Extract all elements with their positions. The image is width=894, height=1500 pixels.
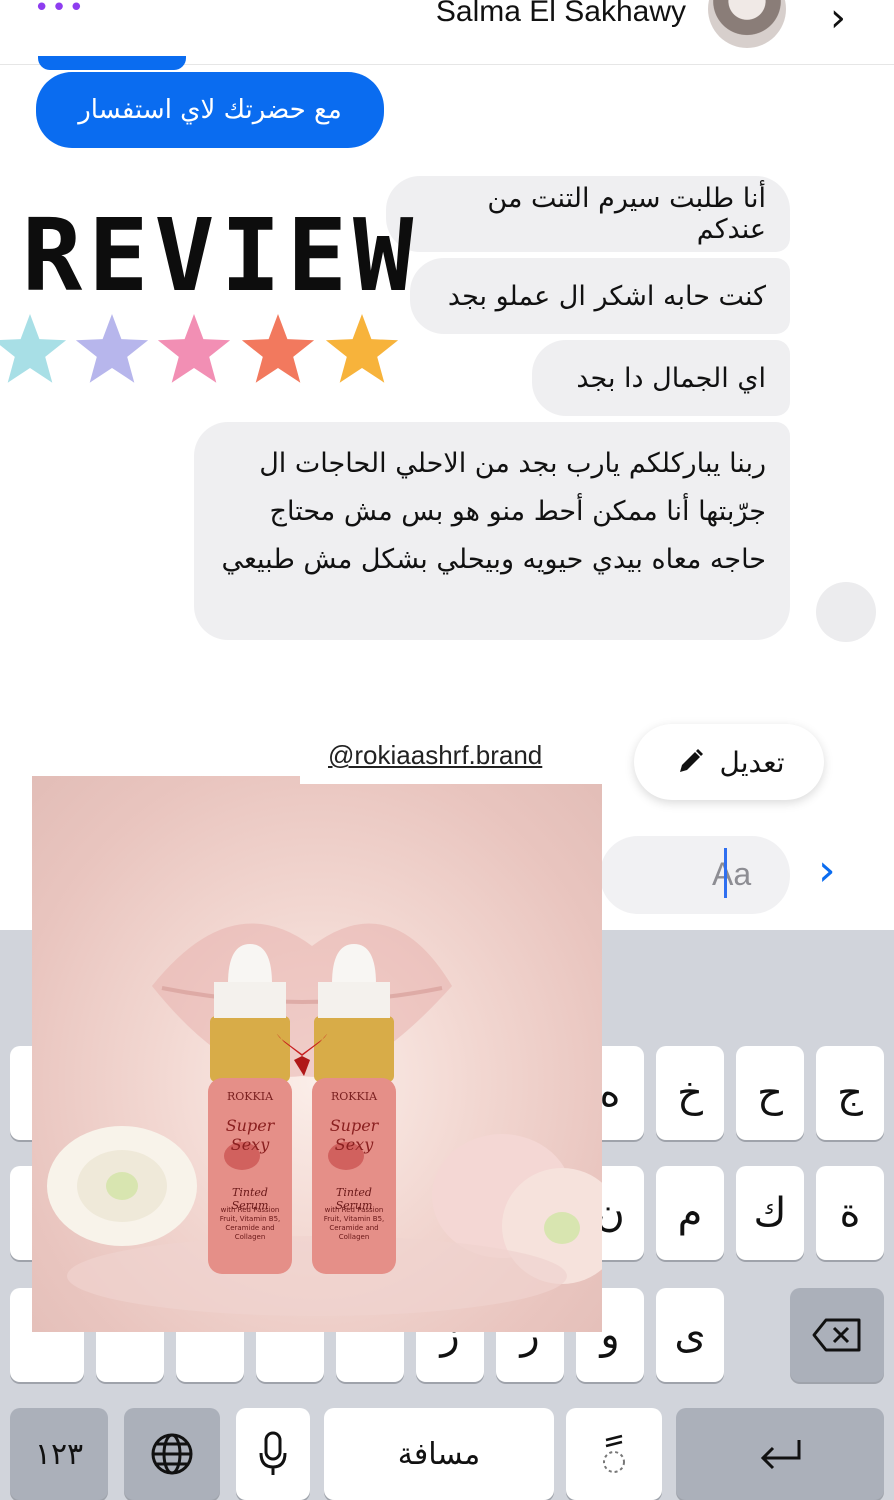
tashkeel-key[interactable] [566,1408,662,1500]
message-input-placeholder: Aa [712,856,752,892]
sent-message-bubble[interactable]: مع حضرتك لاي استفسار [36,72,384,148]
key[interactable]: خ [656,1046,724,1140]
chevron-right-icon[interactable]: › [830,0,846,38]
received-message-bubble[interactable]: ربنا يباركلكم يارب بجد من الاحلي الحاجات… [194,422,790,640]
numbers-key[interactable]: ١٢٣ [10,1408,108,1500]
pencil-icon [679,749,703,772]
key[interactable]: ى [656,1288,724,1382]
globe-key[interactable] [124,1408,220,1500]
received-message-bubble[interactable]: أنا طلبت سيرم التنت من عندكم [386,176,790,252]
edit-label: تعديل [719,745,785,779]
backspace-key[interactable] [790,1288,884,1382]
product-brand: ROKKIA [226,1090,274,1103]
diacritic-icon [603,1434,625,1473]
send-chevron-icon[interactable]: › [818,846,836,896]
return-key[interactable] [676,1408,884,1500]
message-input[interactable] [600,836,790,914]
seen-avatar [816,582,876,642]
return-arrow-icon [760,1440,801,1470]
key[interactable]: م [656,1166,724,1260]
previous-sent-bubble-edge [38,56,186,70]
received-message-bubble[interactable]: اي الجمال دا بجد [532,340,790,416]
key[interactable]: ة [816,1166,884,1260]
edit-button[interactable]: تعديل [634,724,824,800]
backspace-icon [812,1318,861,1352]
product-name: Super Sexy [225,1116,275,1154]
microphone-key[interactable] [236,1408,310,1500]
star-rating-sticker [0,306,408,393]
product-photo: ROKKIA ROKKIA Super Sexy Super Sexy Tint… [32,776,602,1332]
space-key[interactable]: مسافة [324,1408,554,1500]
microphone-icon [259,1431,287,1475]
more-dots-icon[interactable]: ••• [34,0,86,21]
globe-icon [151,1433,193,1475]
serum-bottles-graphic [208,944,396,1274]
product-name: Super Sexy [329,1116,379,1154]
key[interactable]: ك [736,1166,804,1260]
product-brand: ROKKIA [330,1090,378,1103]
contact-name[interactable]: Salma El Sakhawy [436,0,686,32]
received-message-bubble[interactable]: كنت حابه اشكر ال عملو بجد [410,258,790,334]
key[interactable]: ح [736,1046,804,1140]
product-ingredients: with Red Passion Fruit, Vitamin B5, Cera… [323,1206,385,1241]
review-sticker-text: REVIEW [22,197,420,314]
brand-handle: @rokiaashrf.brand [328,740,543,770]
key[interactable]: ج [816,1046,884,1140]
product-ingredients: with Red Passion Fruit, Vitamin B5, Cera… [219,1206,281,1241]
text-caret [724,848,727,898]
